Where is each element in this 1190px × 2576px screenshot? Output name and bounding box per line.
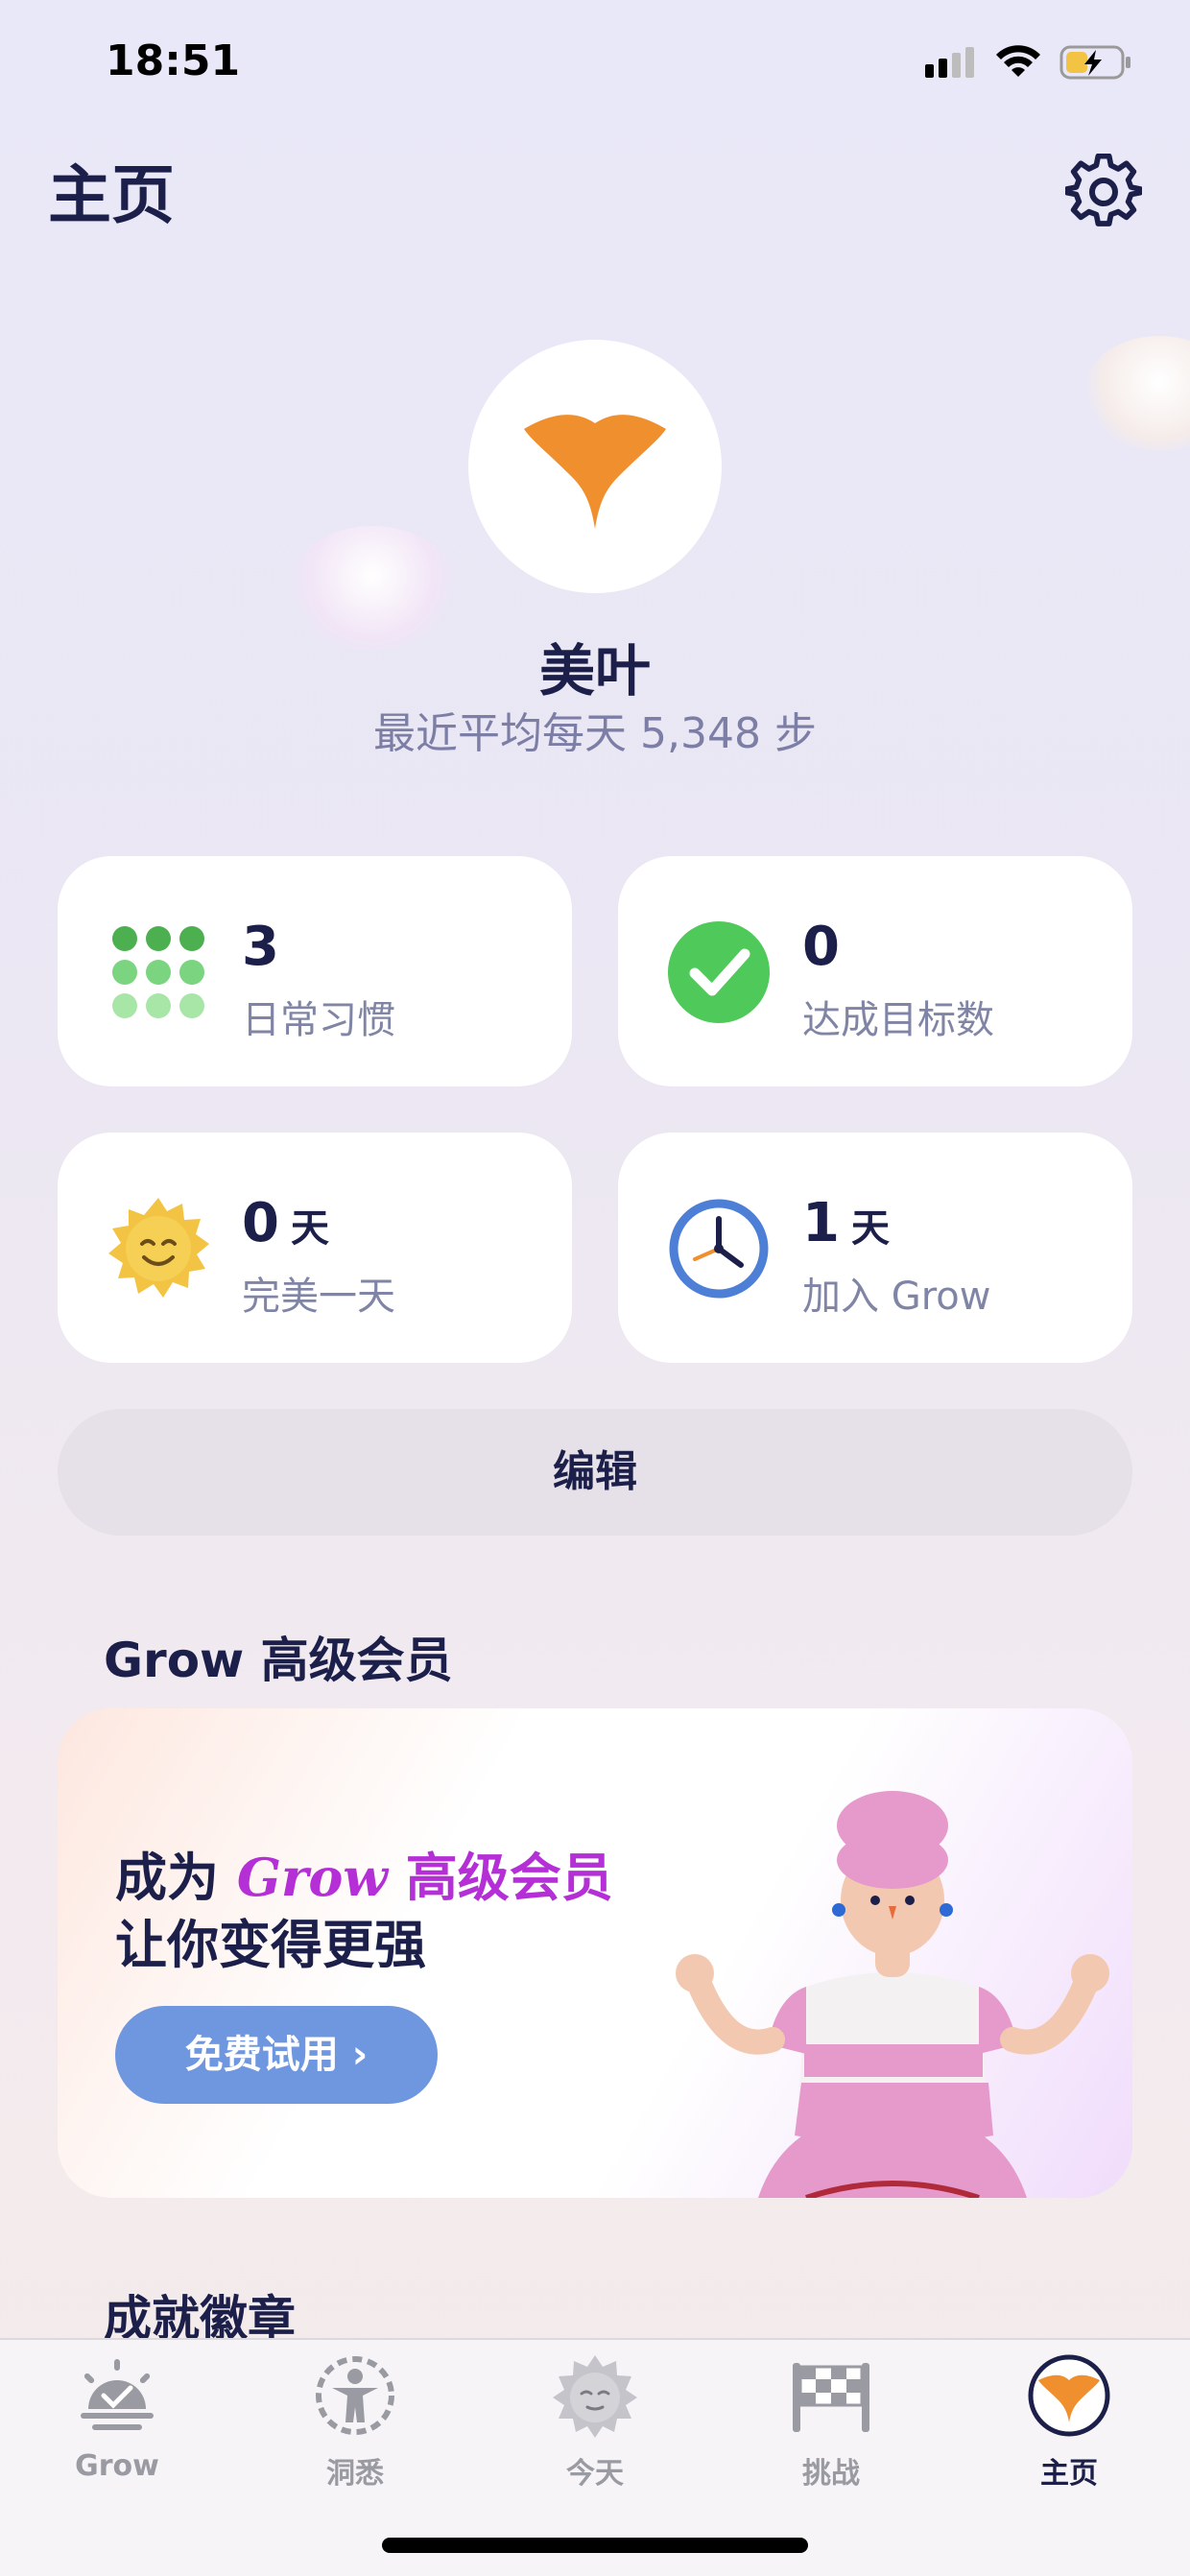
stat-value: 1天 [802,1192,890,1254]
body-icon [316,2356,394,2435]
stat-label: 加入 Grow [802,1275,991,1319]
stat-label: 日常习惯 [242,998,395,1042]
stat-label: 完美一天 [242,1275,395,1319]
free-trial-button[interactable]: 免费试用 › [115,2006,438,2104]
tab-label: 主页 [1040,2457,1098,2491]
sun-face-icon [553,2355,637,2438]
stat-value: 3 [242,916,279,978]
checkered-flag-icon [793,2363,869,2432]
tab-label: Grow [75,2449,159,2483]
check-circle-icon [668,921,770,1023]
ginkgo-leaf-icon [524,415,666,529]
gear-icon [1064,153,1143,227]
stat-card-perfect-days[interactable]: 0天 完美一天 [58,1133,572,1363]
premium-subheadline: 让你变得更强 [115,1915,426,1975]
tab-grow[interactable]: Grow [21,2353,213,2497]
page-title: 主页 [48,158,175,232]
avatar[interactable] [468,340,722,593]
home-indicator [382,2538,808,2553]
cellular-signal-icon [925,47,974,78]
wifi-icon [996,45,1040,77]
tab-home[interactable]: 主页 [973,2353,1165,2497]
stat-label: 达成目标数 [802,998,994,1042]
settings-button[interactable] [1064,153,1143,230]
sunrise-icon [81,2359,154,2430]
cloud-decoration [1083,336,1190,451]
stat-value: 0 [802,916,840,978]
tab-label: 挑战 [802,2457,860,2491]
tab-today[interactable]: 今天 [499,2353,691,2497]
average-steps-text: 最近平均每天 5,348 步 [373,709,817,758]
smiling-sun-icon [108,1198,209,1298]
tab-label: 今天 [566,2457,624,2491]
stat-card-joined-days[interactable]: 1天 加入 Grow [618,1133,1132,1363]
status-icons [925,44,1132,81]
clock-icon [669,1199,769,1299]
premium-section-title: Grow 高级会员 [104,1633,453,1688]
dots-grid-icon [112,926,204,1018]
tab-label: 洞悉 [326,2457,384,2491]
ginkgo-leaf-icon [1028,2354,1110,2437]
stat-card-goals[interactable]: 0 达成目标数 [618,856,1132,1086]
status-bar: 18:51 [0,0,1190,125]
status-time: 18:51 [106,36,241,85]
stat-value: 0天 [242,1192,329,1254]
premium-card[interactable]: 成为 Grow 高级会员 让你变得更强 免费试用 › [58,1708,1132,2198]
edit-button[interactable]: 编辑 [58,1409,1132,1536]
meditating-character-illustration [676,1791,1109,2198]
stat-card-habits[interactable]: 3 日常习惯 [58,856,572,1086]
battery-charging-icon [1059,45,1130,80]
tab-challenges[interactable]: 挑战 [735,2353,927,2497]
user-name: 美叶 [538,638,651,704]
premium-headline: 成为 Grow 高级会员 [115,1847,613,1908]
tab-insights[interactable]: 洞悉 [259,2353,451,2497]
